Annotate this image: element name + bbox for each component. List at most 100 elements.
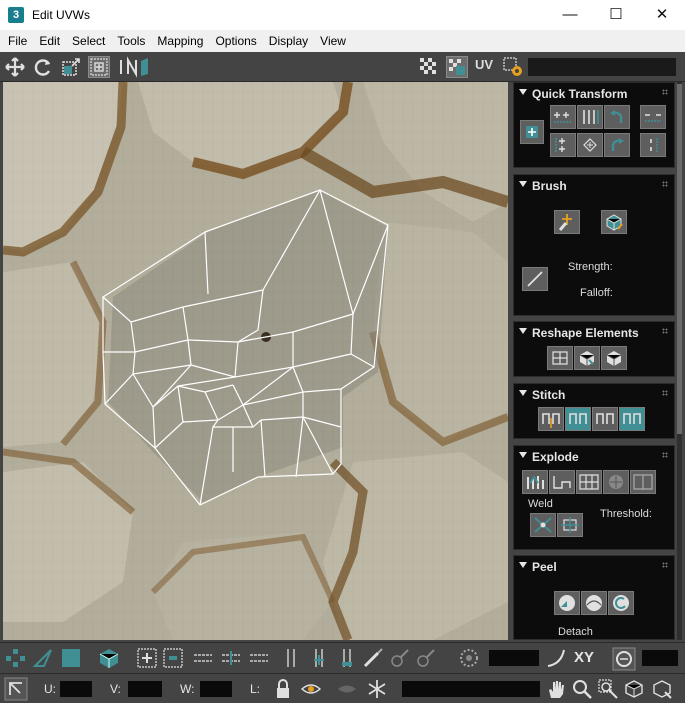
edge-select-icon[interactable] [32,647,54,669]
loop-shrink-icon[interactable] [248,647,270,669]
relax-brush-button[interactable] [601,210,627,234]
pelt-map-button[interactable] [581,591,607,615]
falloff-curve-button[interactable] [522,267,548,291]
polygon-select-icon[interactable] [60,647,82,669]
collapse-arrow-icon[interactable] [519,562,527,568]
menu-options[interactable]: Options [215,34,256,48]
absolute-offset-icon[interactable] [4,677,28,701]
straighten-button[interactable] [577,133,603,157]
weld-all-button[interactable] [557,513,583,537]
grip-icon[interactable] [662,390,668,396]
zoom-selected-icon[interactable] [651,678,673,700]
paint-select-icon[interactable] [362,647,384,669]
pan-hand-icon[interactable] [545,678,567,700]
w-coordinate-field[interactable] [200,681,232,697]
paint-move-button[interactable] [554,210,580,234]
shrink-selection-icon[interactable] [162,647,184,669]
stitch-average-button[interactable] [565,407,591,431]
uv-space-icon[interactable] [612,647,636,671]
stitch-title[interactable]: Stitch [532,388,565,402]
paint-grow-icon[interactable] [388,647,410,669]
u-coordinate-field[interactable] [60,681,92,697]
stitch-source-button[interactable] [592,407,618,431]
ring-grow-icon[interactable] [308,647,330,669]
ring-select-icon[interactable] [280,647,302,669]
grip-icon[interactable] [662,452,668,458]
vertex-select-icon[interactable] [4,647,26,669]
rectify-button[interactable] [547,346,573,370]
space-horizontal-button[interactable] [640,105,666,129]
xy-axis-label[interactable]: XY [574,649,594,666]
collapse-arrow-icon[interactable] [519,181,527,187]
hide-icon[interactable] [336,678,358,700]
relax-button[interactable] [574,346,600,370]
close-button[interactable]: ✕ [639,0,685,30]
selection-set-field[interactable] [402,681,540,697]
zoom-region-icon[interactable] [597,678,619,700]
grip-icon[interactable] [662,89,668,95]
brush-title[interactable]: Brush [532,179,567,193]
loop-select-icon[interactable] [192,647,214,669]
zoom-extents-icon[interactable] [623,678,645,700]
stitch-to-target-button[interactable] [538,407,564,431]
space-vertical-button[interactable] [640,133,666,157]
panel-scroll-thumb[interactable] [677,84,682,434]
explode-settings-button[interactable] [630,470,656,494]
menu-display[interactable]: Display [269,34,308,48]
rotate-icon[interactable] [32,56,54,78]
eye-icon[interactable] [300,678,322,700]
texture-dropdown[interactable] [528,58,676,76]
reshape-elements-title[interactable]: Reshape Elements [532,326,639,340]
paint-shrink-icon[interactable] [414,647,436,669]
align-left-button[interactable] [550,133,576,157]
grip-icon[interactable] [662,562,668,568]
collapse-arrow-icon[interactable] [519,89,527,95]
freeform-icon[interactable] [88,56,110,78]
element-select-icon[interactable] [98,647,120,669]
stitch-settings-button[interactable] [619,407,645,431]
weld-selected-button[interactable] [530,513,556,537]
explode-by-smoothing-button[interactable] [522,470,548,494]
menu-mapping[interactable]: Mapping [157,34,203,48]
explode-to-islands-button[interactable] [576,470,602,494]
v-coordinate-field[interactable] [128,681,162,697]
rotate-cw-button[interactable] [604,133,630,157]
quick-transform-title[interactable]: Quick Transform [532,87,627,101]
align-vertical-button[interactable] [577,105,603,129]
maximize-button[interactable]: ☐ [593,0,639,30]
freeze-icon[interactable] [366,678,388,700]
checker-select-icon[interactable] [446,56,468,78]
align-horizontal-button[interactable] [550,105,576,129]
soft-selection-icon[interactable] [458,647,480,669]
quick-peel-button[interactable] [554,591,580,615]
mirror-icon[interactable] [118,56,148,78]
menu-view[interactable]: View [320,34,346,48]
reset-peel-button[interactable] [608,591,634,615]
zoom-icon[interactable] [571,678,593,700]
uv-viewport[interactable] [3,82,508,640]
collapse-arrow-icon[interactable] [519,390,527,396]
minimize-button[interactable]: — [547,0,593,30]
distance-value[interactable] [642,650,678,666]
menu-select[interactable]: Select [72,34,105,48]
falloff-type-icon[interactable] [545,647,567,669]
explode-title[interactable]: Explode [532,450,579,464]
collapse-arrow-icon[interactable] [519,452,527,458]
explode-flatten-button[interactable] [603,470,629,494]
checker-pattern-icon[interactable] [418,56,440,78]
uv-canvas[interactable] [3,82,508,640]
grip-icon[interactable] [662,328,668,334]
menu-file[interactable]: File [8,34,27,48]
loop-grow-icon[interactable] [220,647,242,669]
settings-icon[interactable] [502,56,524,78]
peel-title[interactable]: Peel [532,560,557,574]
explode-by-material-button[interactable] [549,470,575,494]
scale-icon[interactable] [60,56,82,78]
soft-selection-value[interactable] [489,650,539,666]
collapse-arrow-icon[interactable] [519,328,527,334]
relax-settings-button[interactable] [601,346,627,370]
menu-tools[interactable]: Tools [117,34,145,48]
grip-icon[interactable] [662,181,668,187]
grow-selection-icon[interactable] [136,647,158,669]
menu-edit[interactable]: Edit [39,34,60,48]
